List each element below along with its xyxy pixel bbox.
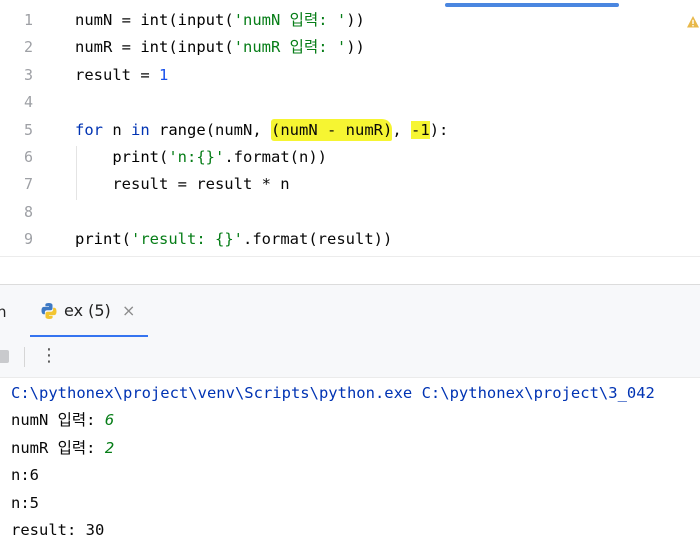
line-number: 3 [23, 65, 33, 84]
line-number: 2 [23, 38, 33, 57]
console-line: result: 30 [11, 517, 104, 544]
code-token: ( [168, 38, 178, 57]
code-token: numR = [75, 38, 141, 57]
highlighted-token: (numN - numR) [271, 118, 393, 141]
code-token: )) [346, 11, 365, 29]
code-token: ( [121, 230, 132, 249]
code-token: .format(n)) [224, 148, 327, 166]
code-token: 'result: {}' [131, 230, 243, 249]
code-token: , [392, 120, 412, 139]
code-token: (numN, [205, 120, 272, 139]
console-line: numR 입력: 2 [11, 435, 114, 462]
highlighted-token: -1 [411, 120, 430, 139]
line-number: 9 [23, 230, 33, 249]
line-number: 7 [23, 175, 33, 194]
code-token: ): [429, 120, 449, 139]
code-token: numN = [75, 11, 141, 29]
code-token: input [177, 11, 225, 29]
code-token: 'numN 입력: ' [233, 11, 347, 29]
user-input-value: 2 [104, 438, 115, 457]
code-token: .format(result)) [243, 230, 393, 249]
code-token: 1 [159, 65, 169, 84]
code-editor[interactable]: 1 numN = int(input('numN 입력: ')) 2 numR = i… [0, 0, 700, 256]
code-token: 'n:{}' [168, 148, 225, 166]
console-line: C:\pythonex\project\venv\Scripts\python.… [11, 380, 655, 407]
tab-partial-label[interactable]: n [0, 303, 7, 321]
console-text: C:\pythonex\project\venv\Scripts\python.… [11, 384, 655, 402]
code-text: numR = int(input('numR 입력: ')) [75, 34, 365, 61]
run-console[interactable]: C:\pythonex\project\venv\Scripts\python.… [0, 378, 700, 552]
console-text: numN 입력: [11, 411, 105, 430]
line-number: 8 [23, 202, 33, 221]
code-text: for n in range(numN, (numN - numR), -1): [75, 117, 448, 144]
run-tool-window-tabs: n ex (5) × [0, 284, 700, 338]
tab-label: ex (5) [64, 301, 111, 320]
user-input-value: 6 [104, 411, 115, 430]
tab-ex-5[interactable]: ex (5) × [30, 285, 148, 337]
run-toolbar: ⋮ [0, 337, 700, 378]
editor-bottom-area [0, 256, 700, 285]
stop-icon[interactable] [0, 350, 9, 363]
code-text: print('n:{}'.format(n)) [75, 144, 327, 171]
console-text: n:6 [11, 466, 39, 485]
code-text: result = result * n [75, 171, 290, 198]
code-text: numN = int(input('numN 입력: ')) [75, 7, 365, 34]
line-number: 1 [23, 11, 33, 29]
toolbar-separator [24, 347, 25, 367]
code-token: range [159, 120, 206, 139]
code-line[interactable]: 1 numN = int(input('numN 입력: ')) [0, 7, 700, 34]
code-text: result = 1 [75, 62, 168, 89]
code-line[interactable]: 3 result = 1 [0, 62, 700, 89]
code-token: print [112, 148, 159, 166]
code-line[interactable]: 4 [0, 89, 700, 116]
line-number: 4 [23, 93, 33, 112]
code-line[interactable]: 7 result = result * n [0, 171, 700, 198]
code-token: int [140, 11, 169, 29]
code-token: n [103, 120, 131, 139]
console-line: n:6 [11, 462, 39, 489]
code-token: input [177, 38, 225, 57]
code-token: ( [159, 148, 169, 166]
console-line: numN 입력: 6 [11, 407, 114, 434]
code-token: )) [346, 38, 365, 57]
python-icon [41, 303, 57, 319]
code-token: ( [224, 38, 234, 57]
code-text: print('result: {}'.format(result)) [75, 226, 392, 253]
code-token: ( [168, 11, 178, 29]
code-line[interactable]: 5 for n in range(numN, (numN - numR), -1)… [0, 117, 700, 144]
code-line[interactable]: 8 [0, 199, 700, 226]
code-token: int [140, 38, 169, 57]
code-token: ( [224, 11, 234, 29]
code-token: for [75, 120, 103, 139]
code-token: result = [75, 65, 159, 84]
console-text: n:5 [11, 493, 39, 512]
more-options-icon[interactable]: ⋮ [40, 346, 58, 366]
code-line[interactable]: 2 numR = int(input('numR 입력: ')) [0, 34, 700, 61]
code-token: in [131, 120, 150, 139]
code-token: 'numR 입력: ' [233, 38, 347, 57]
code-line[interactable]: 9 print('result: {}'.format(result)) [0, 226, 700, 253]
code-token: result = result * n [75, 175, 290, 194]
console-line: n:5 [11, 490, 39, 517]
console-text: numR 입력: [11, 438, 105, 457]
code-token: print [75, 230, 122, 249]
line-number: 5 [23, 120, 33, 139]
console-text: result: 30 [11, 521, 105, 539]
close-icon[interactable]: × [122, 301, 135, 320]
code-line[interactable]: 6 print('n:{}'.format(n)) [0, 144, 700, 171]
line-number: 6 [23, 148, 33, 166]
